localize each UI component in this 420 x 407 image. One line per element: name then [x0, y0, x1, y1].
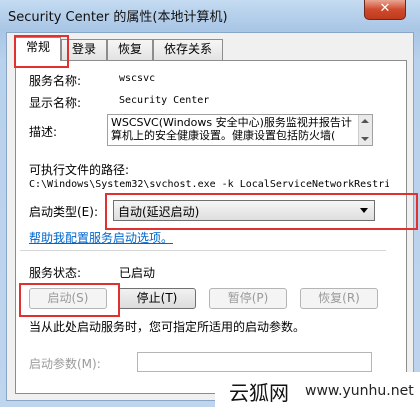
display-name-label: 显示名称:	[29, 96, 82, 110]
service-name-label: 服务名称:	[29, 74, 82, 88]
separator	[20, 250, 386, 251]
startup-type-select[interactable]: 自动(延迟启动)	[113, 200, 375, 221]
description-scrollbar[interactable]	[358, 115, 372, 145]
start-params-label: 启动参数(M):	[29, 357, 101, 371]
description-box[interactable]: WSCSVC(Windows 安全中心)服务监视并报告计算机上的安全健康设置。健…	[107, 114, 373, 146]
service-status-label: 服务状态:	[29, 266, 82, 280]
stop-button[interactable]: 停止(T)	[118, 288, 196, 309]
tab-dependencies[interactable]: 依存关系	[153, 39, 223, 60]
tab-logon[interactable]: 登录	[61, 39, 107, 60]
watermark-url: www.yunhu.net	[305, 383, 414, 399]
window-title: Security Center 的属性(本地计算机)	[8, 10, 228, 25]
watermark: 云狐网 www.yunhu.net	[215, 372, 420, 407]
properties-window: Security Center 的属性(本地计算机) ✕ 常规 登录 恢复 依存…	[0, 0, 420, 407]
tab-general[interactable]: 常规	[15, 37, 61, 61]
service-status-value: 已启动	[119, 266, 156, 280]
description-label: 描述:	[29, 125, 58, 139]
close-button[interactable]: ✕	[364, 0, 406, 20]
start-button[interactable]: 启动(S)	[29, 288, 107, 309]
display-name-value: Security Center	[119, 95, 210, 106]
watermark-name: 云狐网	[229, 381, 289, 405]
service-name-value: wscsvc	[119, 73, 156, 84]
exe-path-value: C:\Windows\System32\svchost.exe -k Local…	[29, 179, 389, 190]
resume-button[interactable]: 恢复(R)	[300, 288, 378, 309]
chevron-down-icon	[360, 208, 368, 213]
scroll-down-icon[interactable]	[361, 137, 369, 141]
startup-type-label: 启动类型(E):	[29, 205, 98, 219]
pause-button[interactable]: 暂停(P)	[209, 288, 287, 309]
title-bar: Security Center 的属性(本地计算机) ✕	[0, 0, 420, 32]
description-text: WSCSVC(Windows 安全中心)服务监视并报告计算机上的安全健康设置。健…	[111, 116, 352, 142]
close-icon: ✕	[379, 1, 391, 16]
scroll-up-icon[interactable]	[361, 119, 369, 123]
exe-path-label: 可执行文件的路径:	[29, 163, 130, 177]
start-params-input[interactable]	[137, 352, 372, 372]
tab-recovery[interactable]: 恢复	[107, 39, 153, 60]
start-params-hint: 当从此处启动服务时，您可指定所适用的启动参数。	[29, 320, 306, 334]
startup-type-value: 自动(延迟启动)	[118, 205, 200, 219]
help-configure-link[interactable]: 帮助我配置服务启动选项。	[29, 229, 173, 246]
